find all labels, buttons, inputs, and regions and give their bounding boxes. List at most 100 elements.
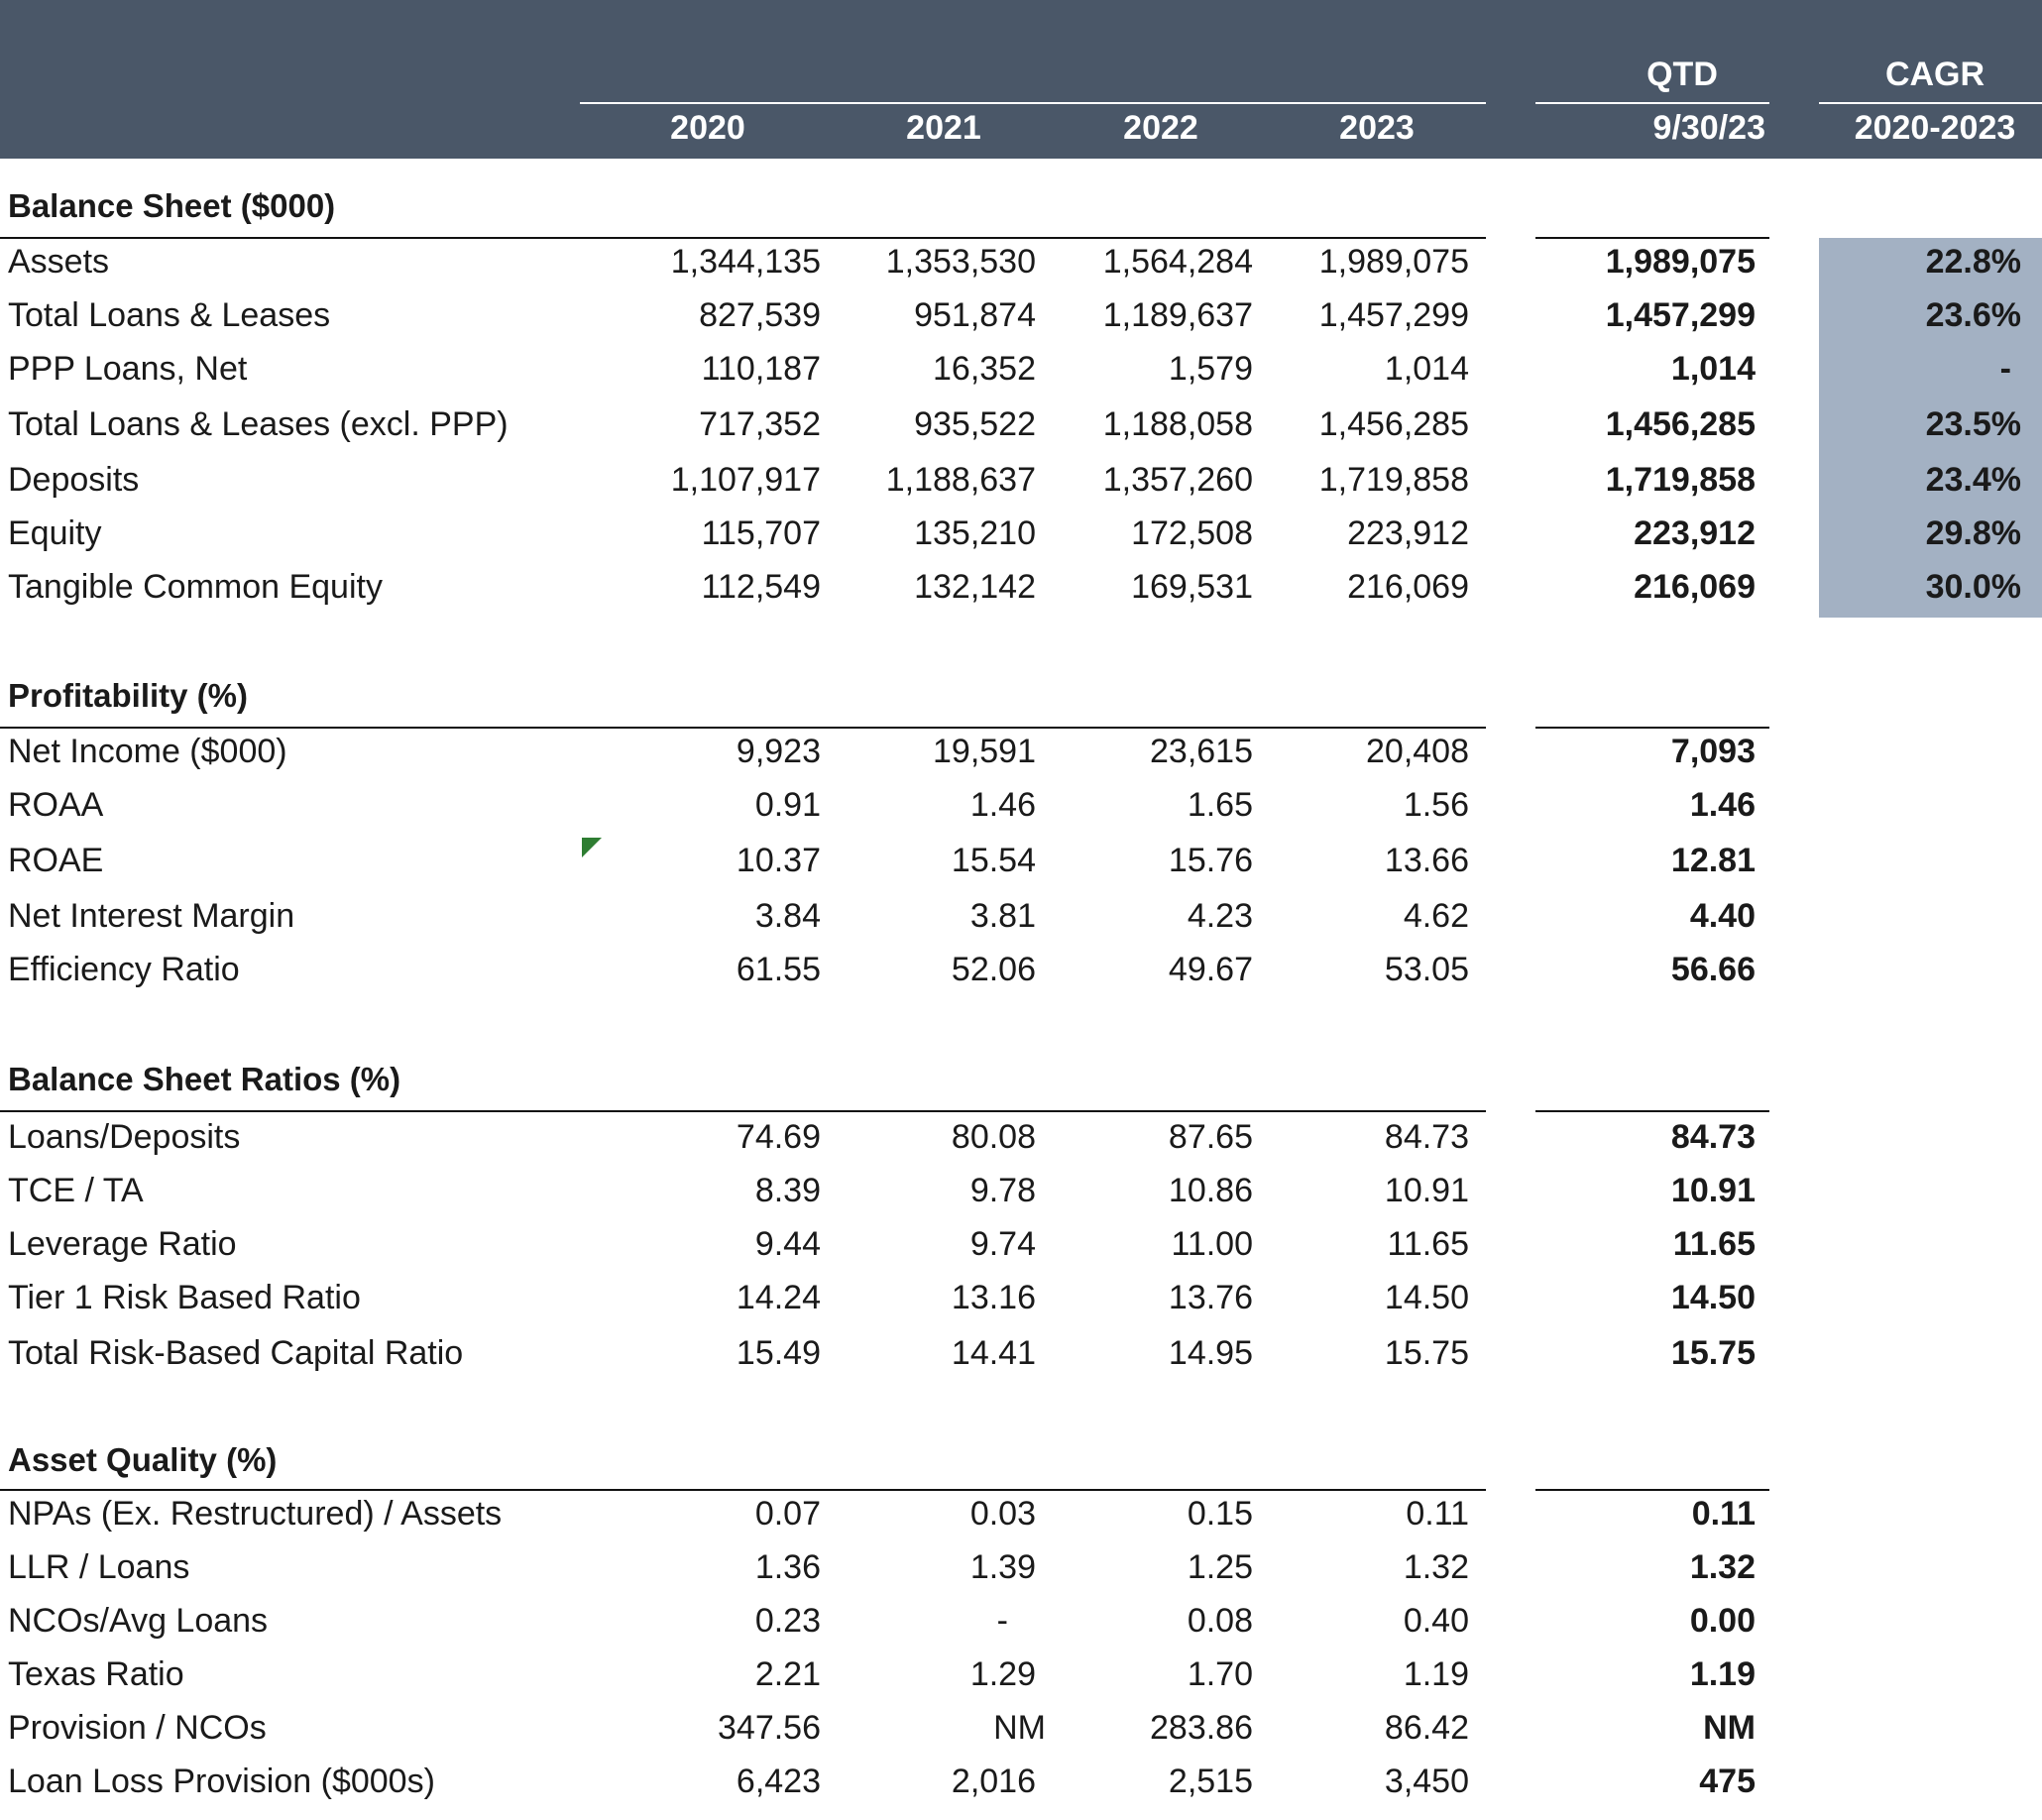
row-label: Total Loans & Leases (excl. PPP) xyxy=(8,405,509,443)
cell-value-2020: 110,187 xyxy=(701,350,821,388)
cell-value-2022: 1.70 xyxy=(1187,1655,1253,1693)
cagr-value: 30.0% xyxy=(1925,568,2021,606)
cell-value-2020: 0.07 xyxy=(754,1495,821,1533)
section-rule-balance-sheet xyxy=(0,237,1486,239)
qtd-value: 1.19 xyxy=(1689,1655,1756,1693)
cell-value-2021: 52.06 xyxy=(951,951,1036,988)
cell-value-2022: 1.25 xyxy=(1187,1548,1253,1586)
cagr-value: 23.4% xyxy=(1925,461,2021,499)
cell-value-2021: 3.81 xyxy=(969,897,1036,935)
cell-value-2021: 14.41 xyxy=(951,1334,1036,1372)
cell-value-2021: 1.29 xyxy=(969,1655,1036,1693)
year-header-2020: 2020 xyxy=(670,109,745,147)
cell-value-2021: 9.74 xyxy=(969,1225,1036,1263)
qtd-header-top: QTD xyxy=(1646,56,1718,93)
qtd-value: 1,457,299 xyxy=(1605,296,1756,334)
cagr-value: - xyxy=(1999,350,2011,388)
cell-value-2022: 1,564,284 xyxy=(1102,243,1253,281)
row-label: Texas Ratio xyxy=(8,1655,184,1693)
cell-value-2022: 0.15 xyxy=(1187,1495,1253,1533)
row-label: LLR / Loans xyxy=(8,1548,190,1586)
comment-marker-icon[interactable] xyxy=(582,838,602,857)
row-label: Leverage Ratio xyxy=(8,1225,237,1263)
cell-value-2023: 1,456,285 xyxy=(1318,405,1469,443)
cell-value-2023: 10.91 xyxy=(1384,1172,1469,1209)
row-label: ROAA xyxy=(8,786,104,824)
cell-value-2020: 3.84 xyxy=(754,897,821,935)
qtd-value: 11.65 xyxy=(1672,1225,1756,1263)
cell-value-2020: 0.91 xyxy=(754,786,821,824)
qtd-value: 223,912 xyxy=(1634,514,1756,552)
cell-value-2021: 135,210 xyxy=(914,514,1036,552)
row-label: ROAE xyxy=(8,842,104,879)
cell-value-2020: 115,707 xyxy=(701,514,821,552)
row-label: Total Loans & Leases xyxy=(8,296,331,334)
cell-value-2020: 61.55 xyxy=(736,951,821,988)
section-rule-balance-sheet-ratios-qtd xyxy=(1535,1110,1769,1112)
cell-value-2023: 216,069 xyxy=(1347,568,1469,606)
cell-value-2021: 19,591 xyxy=(933,733,1036,770)
cell-value-2021: 15.54 xyxy=(951,842,1036,879)
qtd-value: 14.50 xyxy=(1670,1279,1756,1316)
cell-value-2020: 112,549 xyxy=(701,568,821,606)
cell-value-2021: 935,522 xyxy=(914,405,1036,443)
cell-value-2023: 1.19 xyxy=(1403,1655,1469,1693)
section-title-balance-sheet: Balance Sheet ($000) xyxy=(8,187,336,224)
section-rule-profitability-qtd xyxy=(1535,727,1769,729)
cell-value-2023: 1.56 xyxy=(1403,786,1469,824)
section-rule-profitability xyxy=(0,727,1486,729)
section-rule-asset-quality-qtd xyxy=(1535,1489,1769,1491)
cell-value-2021: 9.78 xyxy=(969,1172,1036,1209)
cell-value-2020: 8.39 xyxy=(754,1172,821,1209)
row-label: Total Risk-Based Capital Ratio xyxy=(8,1334,464,1372)
cell-value-2022: 2,515 xyxy=(1168,1763,1253,1800)
qtd-value: 216,069 xyxy=(1634,568,1756,606)
cell-value-2021: 1,353,530 xyxy=(885,243,1036,281)
cell-value-2022: 1,188,058 xyxy=(1102,405,1253,443)
qtd-value: 0.00 xyxy=(1689,1602,1756,1640)
qtd-value: 475 xyxy=(1699,1763,1756,1800)
qtd-value: 4.40 xyxy=(1689,897,1756,935)
cell-value-2020: 6,423 xyxy=(736,1763,821,1800)
cell-value-2020: 1,107,917 xyxy=(670,461,821,499)
row-label: Equity xyxy=(8,514,102,552)
cell-value-2023: 1,989,075 xyxy=(1318,243,1469,281)
cell-value-2021: 1.46 xyxy=(969,786,1036,824)
section-title-profitability: Profitability (%) xyxy=(8,677,249,714)
cell-value-2021: 1,188,637 xyxy=(885,461,1036,499)
cell-value-2023: 86.42 xyxy=(1384,1709,1469,1747)
cell-value-2023: 4.62 xyxy=(1403,897,1469,935)
row-label: Net Income ($000) xyxy=(8,733,287,770)
cagr-value: 22.8% xyxy=(1925,243,2021,281)
cell-value-2021: 13.16 xyxy=(951,1279,1036,1316)
row-label: PPP Loans, Net xyxy=(8,350,248,388)
qtd-value: 0.11 xyxy=(1691,1495,1756,1533)
cell-value-2022: 87.65 xyxy=(1168,1118,1253,1156)
qtd-value: 1.32 xyxy=(1689,1548,1756,1586)
cell-value-2020: 2.21 xyxy=(754,1655,821,1693)
cell-value-2022: 0.08 xyxy=(1187,1602,1253,1640)
row-label: NPAs (Ex. Restructured) / Assets xyxy=(8,1495,503,1533)
cell-value-2021: 132,142 xyxy=(914,568,1036,606)
cell-value-2022: 10.86 xyxy=(1168,1172,1253,1209)
qtd-value: 1.46 xyxy=(1689,786,1756,824)
cell-value-2021: 80.08 xyxy=(951,1118,1036,1156)
cell-value-2021: - xyxy=(996,1602,1008,1640)
cell-value-2023: 1,457,299 xyxy=(1318,296,1469,334)
section-rule-balance-sheet-qtd xyxy=(1535,237,1769,239)
cagr-header-divider xyxy=(1819,102,2042,104)
cell-value-2023: 0.40 xyxy=(1403,1602,1469,1640)
cell-value-2020: 74.69 xyxy=(736,1118,821,1156)
cell-value-2020: 10.37 xyxy=(736,842,821,879)
qtd-header-divider xyxy=(1535,102,1769,104)
row-label: Efficiency Ratio xyxy=(8,951,240,988)
year-header-2021: 2021 xyxy=(906,109,981,147)
cell-value-2021: 0.03 xyxy=(969,1495,1036,1533)
qtd-value: NM xyxy=(1703,1709,1756,1747)
cell-value-2023: 84.73 xyxy=(1384,1118,1469,1156)
qtd-value: 1,014 xyxy=(1670,350,1756,388)
cagr-header-top: CAGR xyxy=(1884,56,1985,93)
cell-value-2022: 1,357,260 xyxy=(1102,461,1253,499)
cell-value-2023: 20,408 xyxy=(1366,733,1469,770)
section-title-balance-sheet-ratios: Balance Sheet Ratios (%) xyxy=(8,1061,401,1097)
